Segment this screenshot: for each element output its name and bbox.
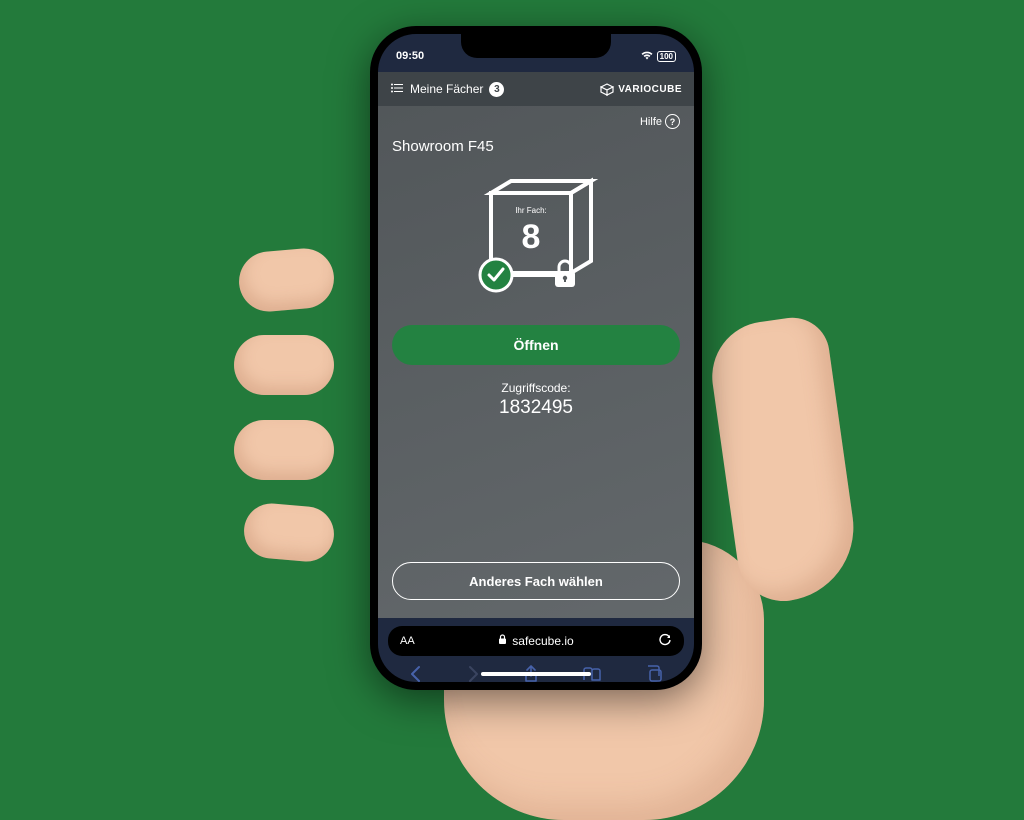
phone-frame: 09:50 100 Meine Fächer 3 VARIOCUBE bbox=[370, 26, 702, 690]
open-button[interactable]: Öffnen bbox=[392, 325, 680, 365]
url-text: safecube.io bbox=[512, 634, 573, 648]
page-title: Showroom F45 bbox=[392, 138, 680, 155]
access-code-label: Zugriffscode: bbox=[392, 381, 680, 395]
brand-logo: VARIOCUBE bbox=[600, 82, 682, 96]
main-content: Hilfe ? Showroom F45 Ihr Fach: 8 bbox=[378, 106, 694, 618]
menu-label: Meine Fächer bbox=[410, 82, 483, 96]
help-icon: ? bbox=[665, 114, 680, 129]
box-label-svg: Ihr Fach: bbox=[515, 206, 547, 215]
text-size-button[interactable]: AA bbox=[400, 635, 415, 647]
battery-icon: 100 bbox=[657, 51, 676, 62]
nav-forward-icon[interactable] bbox=[466, 665, 480, 683]
home-indicator[interactable] bbox=[481, 672, 591, 676]
variocube-icon bbox=[600, 82, 614, 96]
choose-other-button[interactable]: Anderes Fach wählen bbox=[392, 562, 680, 600]
app-header: Meine Fächer 3 VARIOCUBE bbox=[378, 72, 694, 106]
lock-icon bbox=[498, 634, 507, 648]
wifi-icon bbox=[640, 50, 654, 63]
reload-icon[interactable] bbox=[658, 633, 672, 650]
help-link[interactable]: Hilfe ? bbox=[640, 114, 680, 129]
browser-url-bar[interactable]: AA safecube.io bbox=[388, 626, 684, 656]
tabs-icon[interactable] bbox=[645, 665, 663, 683]
locker-diagram: Ihr Fach: 8 bbox=[392, 163, 680, 313]
phone-notch bbox=[461, 34, 611, 58]
browser-nav bbox=[378, 656, 694, 682]
help-label: Hilfe bbox=[640, 116, 662, 128]
menu-button[interactable]: Meine Fächer 3 bbox=[390, 82, 504, 97]
nav-back-icon[interactable] bbox=[409, 665, 423, 683]
access-code-value: 1832495 bbox=[392, 397, 680, 419]
menu-badge: 3 bbox=[489, 82, 504, 97]
box-number-svg: 8 bbox=[522, 218, 541, 256]
status-time: 09:50 bbox=[396, 50, 424, 62]
brand-text: VARIOCUBE bbox=[618, 84, 682, 95]
menu-icon bbox=[390, 82, 404, 96]
